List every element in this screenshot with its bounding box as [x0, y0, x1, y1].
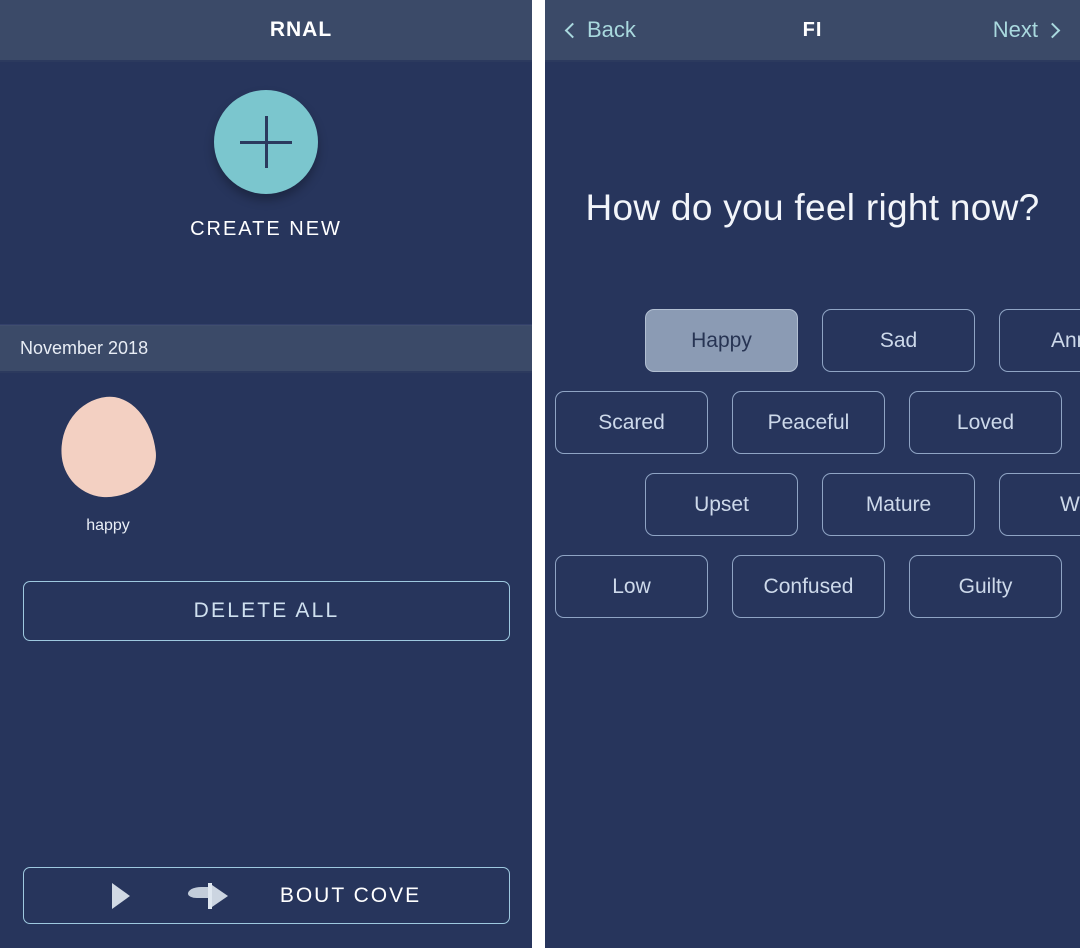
next-label: Next	[992, 17, 1038, 42]
entry-list: happy	[0, 373, 532, 535]
page-title: RNAL	[269, 18, 333, 41]
flag-play-icon	[187, 882, 234, 909]
plus-icon	[240, 116, 292, 168]
month-label: November 2018	[20, 338, 149, 358]
mood-chip-peaceful[interactable]: Peaceful	[732, 391, 885, 454]
chevron-right-icon	[1044, 22, 1061, 38]
mood-chip-upset[interactable]: Upset	[645, 473, 798, 536]
next-button[interactable]: Next	[992, 17, 1061, 43]
back-label: Back	[587, 17, 636, 42]
mood-chip-mature[interactable]: Mature	[822, 473, 975, 536]
mood-chip-row: Low Confused Guilty	[545, 555, 1080, 618]
journal-screen: RNAL CREATE NEW November 2018 happy DELE…	[0, 0, 532, 948]
mood-chip-guilty[interactable]: Guilty	[909, 555, 1062, 618]
list-item[interactable]: happy	[20, 392, 196, 535]
mood-chip-grid: Happy Sad Anno Scared Peaceful Loved Ups…	[545, 309, 1080, 618]
screen-divider	[532, 0, 545, 948]
mood-chip-row: Scared Peaceful Loved	[545, 391, 1080, 454]
mood-blob-icon	[56, 392, 160, 502]
mood-chip-happy[interactable]: Happy	[645, 309, 798, 372]
month-section-header: November 2018	[0, 325, 532, 373]
create-new-label: CREATE NEW	[190, 218, 342, 240]
mood-picker-screen: Back FI Next How do you feel right now? …	[545, 0, 1080, 948]
right-navbar: Back FI Next	[545, 0, 1080, 62]
entry-mood-label: happy	[86, 517, 130, 534]
mood-chip-weird[interactable]: We	[999, 473, 1080, 536]
about-cove-button[interactable]: BOUT COVE	[23, 867, 510, 924]
back-button[interactable]: Back	[564, 17, 636, 43]
dual-screen-container: RNAL CREATE NEW November 2018 happy DELE…	[0, 0, 1080, 948]
mood-chip-low[interactable]: Low	[555, 555, 708, 618]
question-heading: How do you feel right now?	[585, 187, 1040, 228]
about-cove-label: BOUT COVE	[279, 883, 422, 907]
mood-chip-scared[interactable]: Scared	[555, 391, 708, 454]
delete-all-button[interactable]: DELETE ALL	[23, 581, 510, 641]
mood-chip-row: Happy Sad Anno	[545, 309, 1080, 372]
mood-chip-row: Upset Mature We	[545, 473, 1080, 536]
mood-chip-annoyed[interactable]: Anno	[999, 309, 1080, 372]
create-new-button[interactable]	[214, 90, 318, 194]
mood-chip-confused[interactable]: Confused	[732, 555, 885, 618]
chevron-left-icon	[564, 22, 581, 38]
play-triangle-icon	[111, 882, 130, 909]
mood-chip-sad[interactable]: Sad	[822, 309, 975, 372]
left-navbar: RNAL	[0, 0, 532, 62]
mood-chip-loved[interactable]: Loved	[909, 391, 1062, 454]
create-new-section[interactable]: CREATE NEW	[0, 62, 532, 325]
about-icon-group	[111, 882, 234, 909]
